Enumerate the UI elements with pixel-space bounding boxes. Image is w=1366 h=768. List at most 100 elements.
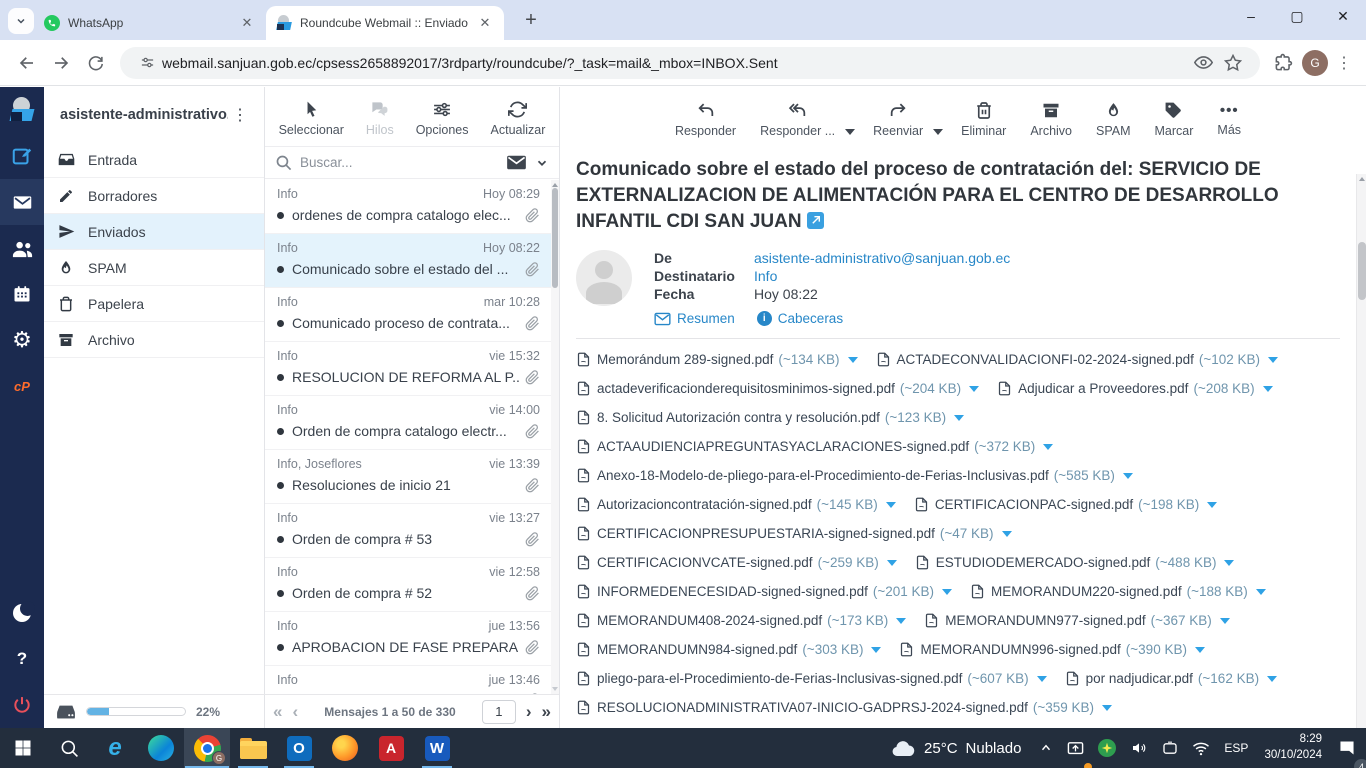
to-address-link[interactable]: Info	[754, 268, 1010, 284]
attachment-name[interactable]: MEMORANDUMN984-signed.pdf	[597, 642, 797, 657]
browser-menu-icon[interactable]: ⋮	[1332, 53, 1356, 73]
forward-button[interactable]	[44, 46, 78, 80]
reply-button[interactable]: Responder	[675, 101, 736, 138]
attachment-item[interactable]: ACTAAUDIENCIAPREGUNTASYACLARACIONES-sign…	[576, 438, 1053, 455]
attachment-name[interactable]: MEMORANDUM408-2024-signed.pdf	[597, 613, 822, 628]
search-scope-mail-icon[interactable]	[506, 154, 527, 171]
rail-calendar-tab[interactable]	[0, 271, 44, 317]
options-button[interactable]: Opciones	[416, 100, 469, 137]
attachment-name[interactable]: MEMORANDUMN977-signed.pdf	[945, 613, 1145, 628]
archive-button[interactable]: Archivo	[1030, 101, 1072, 138]
attachment-name[interactable]: 8. Solicitud Autorización contra y resol…	[597, 410, 880, 425]
scroll-up-arrow[interactable]	[552, 183, 558, 187]
attachment-item[interactable]: ACTADECONVALIDACIONFI-02-2024-signed.pdf…	[876, 351, 1279, 368]
next-page-button[interactable]: ›	[526, 703, 532, 720]
url-text[interactable]: webmail.sanjuan.gob.ec/cpsess2658892017/…	[162, 55, 1188, 71]
refresh-button[interactable]: Actualizar	[491, 100, 546, 137]
scroll-down-arrow[interactable]	[552, 687, 558, 691]
logout-button[interactable]	[0, 682, 44, 728]
attachment-menu-caret[interactable]	[1256, 589, 1266, 595]
attachment-item[interactable]: CERTIFICACIONPAC-signed.pdf (~198 KB)	[914, 496, 1217, 513]
tray-screenshare-icon[interactable]	[1061, 728, 1090, 768]
attachment-name[interactable]: ESTUDIODEMERCADO-signed.pdf	[936, 555, 1151, 570]
attachment-menu-caret[interactable]	[886, 502, 896, 508]
attachment-item[interactable]: 8. Solicitud Autorización contra y resol…	[576, 409, 964, 426]
reading-mode-eye-icon[interactable]	[1188, 49, 1218, 77]
attachment-menu-caret[interactable]	[887, 560, 897, 566]
attachment-menu-caret[interactable]	[1195, 647, 1205, 653]
folder-spam[interactable]: SPAM	[44, 250, 264, 286]
tab-close-icon[interactable]: ✕	[476, 14, 494, 32]
browser-profile-avatar[interactable]: G	[1302, 50, 1328, 76]
attachment-name[interactable]: actadeverificacionderequisitosminimos-si…	[597, 381, 895, 396]
language-indicator[interactable]: ESP	[1218, 728, 1254, 768]
extensions-puzzle-icon[interactable]	[1268, 49, 1298, 77]
message-row[interactable]: Info, Joseflores vie 13:39 Resoluciones …	[265, 450, 552, 504]
attachment-menu-caret[interactable]	[1102, 705, 1112, 711]
edge-button[interactable]	[138, 728, 184, 768]
rail-settings-tab[interactable]: ⚙	[0, 317, 44, 363]
attachment-item[interactable]: MEMORANDUMN996-signed.pdf (~390 KB)	[899, 641, 1204, 658]
attachment-item[interactable]: CERTIFICACIONPRESUPUESTARIA-signed-signe…	[576, 525, 1012, 542]
spam-button[interactable]: SPAM	[1096, 101, 1131, 138]
message-row[interactable]: Info vie 14:00 Orden de compra catalogo …	[265, 396, 552, 450]
attachment-item[interactable]: MEMORANDUMN984-signed.pdf (~303 KB)	[576, 641, 881, 658]
attachment-menu-caret[interactable]	[1268, 357, 1278, 363]
weather-widget[interactable]: 25°C Nublado	[880, 739, 1031, 757]
attachment-menu-caret[interactable]	[871, 647, 881, 653]
attachment-name[interactable]: por nadjudicar.pdf	[1086, 671, 1193, 686]
folder-archivo[interactable]: Archivo	[44, 322, 264, 358]
attachment-item[interactable]: por nadjudicar.pdf (~162 KB)	[1065, 670, 1278, 687]
reload-button[interactable]	[78, 46, 112, 80]
tray-chevron-up[interactable]	[1033, 728, 1059, 768]
open-in-new-window-icon[interactable]	[807, 212, 824, 229]
folder-options-icon[interactable]: ⋮	[228, 105, 252, 125]
page-scrollbar[interactable]	[1356, 174, 1366, 768]
attachment-menu-caret[interactable]	[1263, 386, 1273, 392]
tray-device-icon[interactable]	[1156, 728, 1184, 768]
attachment-menu-caret[interactable]	[1037, 676, 1047, 682]
tab-whatsapp[interactable]: WhatsApp ✕	[34, 6, 266, 40]
url-bar[interactable]: webmail.sanjuan.gob.ec/cpsess2658892017/…	[120, 47, 1260, 79]
outlook-button[interactable]: O	[276, 728, 322, 768]
delete-button[interactable]: Eliminar	[961, 101, 1006, 138]
attachment-item[interactable]: actadeverificacionderequisitosminimos-si…	[576, 380, 979, 397]
attachment-menu-caret[interactable]	[848, 357, 858, 363]
attachment-name[interactable]: pliego-para-el-Procedimiento-de-Ferias-I…	[597, 671, 962, 686]
attachment-item[interactable]: ESTUDIODEMERCADO-signed.pdf (~488 KB)	[915, 554, 1235, 571]
threads-button[interactable]: Hilos	[366, 100, 394, 137]
rail-cpanel-link[interactable]: cP	[0, 363, 44, 409]
attachment-item[interactable]: MEMORANDUM220-signed.pdf (~188 KB)	[970, 583, 1266, 600]
tray-antivirus-icon[interactable]	[1092, 728, 1122, 768]
list-scrollbar-thumb[interactable]	[552, 188, 558, 288]
reply-all-button[interactable]: Responder ...	[760, 101, 835, 138]
attachment-item[interactable]: MEMORANDUM408-2024-signed.pdf (~173 KB)	[576, 612, 906, 629]
folder-borradores[interactable]: Borradores	[44, 178, 264, 214]
taskbar-search-button[interactable]	[46, 728, 92, 768]
attachment-menu-caret[interactable]	[896, 618, 906, 624]
scroll-up-arrow[interactable]	[1359, 177, 1365, 181]
notification-center-button[interactable]: 4	[1332, 728, 1362, 768]
attachment-menu-caret[interactable]	[969, 386, 979, 392]
internet-explorer-button[interactable]: e	[92, 728, 138, 768]
attachment-name[interactable]: Autorizacioncontratación-signed.pdf	[597, 497, 812, 512]
message-row[interactable]: Info jue 13:56 APROBACION DE FASE PREPAR…	[265, 612, 552, 666]
attachment-menu-caret[interactable]	[942, 589, 952, 595]
message-row[interactable]: Info mar 10:28 Comunicado proceso de con…	[265, 288, 552, 342]
attachment-menu-caret[interactable]	[1002, 531, 1012, 537]
select-button[interactable]: Seleccionar	[279, 100, 344, 137]
first-page-button[interactable]: «	[273, 703, 282, 720]
tray-volume-icon[interactable]	[1124, 728, 1154, 768]
attachment-item[interactable]: CERTIFICACIONVCATE-signed.pdf (~259 KB)	[576, 554, 897, 571]
attachment-name[interactable]: MEMORANDUM220-signed.pdf	[991, 584, 1182, 599]
attachment-menu-caret[interactable]	[1123, 473, 1133, 479]
minimize-button[interactable]: –	[1228, 8, 1274, 24]
attachment-menu-caret[interactable]	[954, 415, 964, 421]
compose-button[interactable]	[0, 133, 44, 179]
attachment-item[interactable]: Adjudicar a Proveedores.pdf (~208 KB)	[997, 380, 1273, 397]
message-row[interactable]: Info Hoy 08:29 ordenes de compra catalog…	[265, 180, 552, 234]
search-options-chevron-icon[interactable]	[535, 156, 549, 170]
attachment-item[interactable]: Autorizacioncontratación-signed.pdf (~14…	[576, 496, 896, 513]
site-settings-icon[interactable]	[132, 49, 162, 77]
file-explorer-button[interactable]	[230, 728, 276, 768]
